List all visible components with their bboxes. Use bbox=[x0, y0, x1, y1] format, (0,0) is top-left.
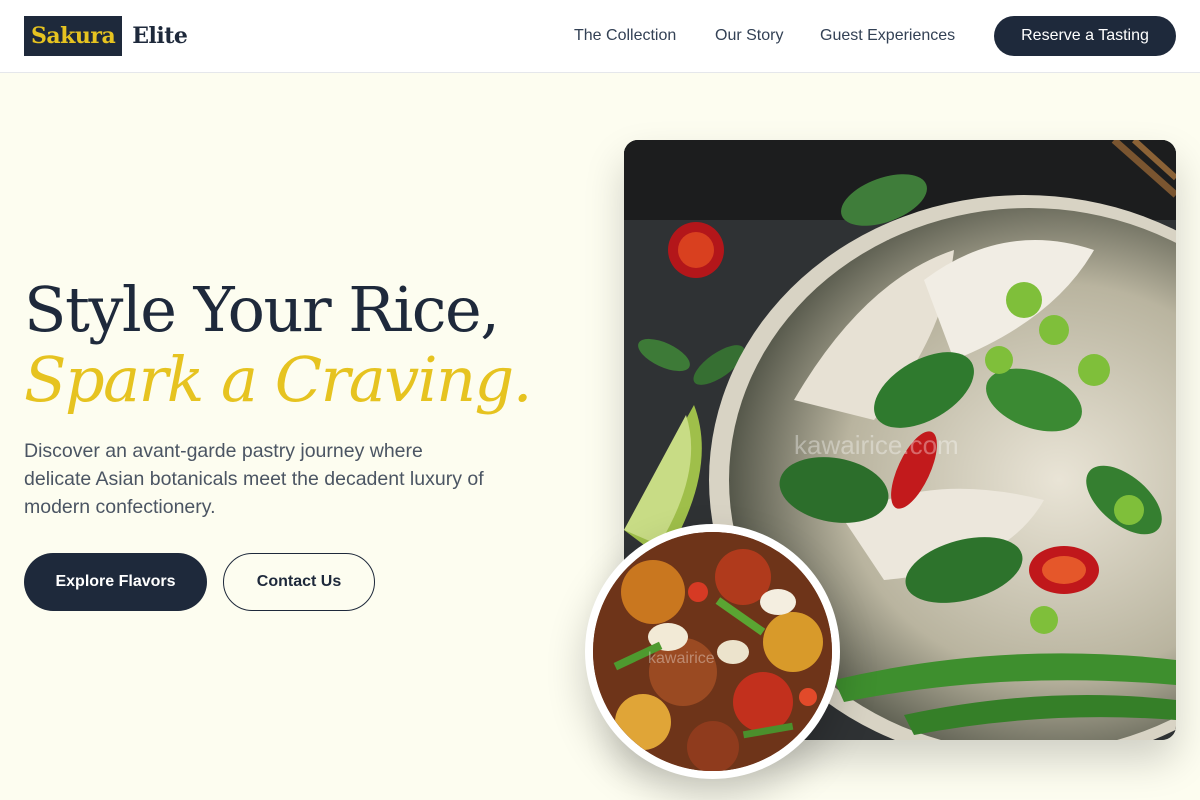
hero-title-line1: Style Your Rice, bbox=[24, 273, 500, 346]
site-header: Sakura Elite The Collection Our Story Gu… bbox=[0, 0, 1200, 73]
reserve-tasting-button[interactable]: Reserve a Tasting bbox=[994, 16, 1176, 56]
contact-us-button[interactable]: Contact Us bbox=[223, 553, 375, 611]
nav-link-guest-experiences[interactable]: Guest Experiences bbox=[820, 24, 955, 48]
nav-link-our-story[interactable]: Our Story bbox=[715, 24, 783, 48]
nav-link-collection[interactable]: The Collection bbox=[574, 24, 676, 48]
stir-fry-photo: kawairice bbox=[585, 524, 840, 779]
logo-primary: Sakura bbox=[24, 16, 123, 56]
logo-secondary: Elite bbox=[132, 23, 188, 49]
hero-description: Discover an avant-garde pastry journey w… bbox=[24, 440, 484, 518]
hero-title-line2: Spark a Craving. bbox=[24, 343, 532, 416]
main-image-watermark: kawairice.com bbox=[794, 430, 959, 460]
explore-flavors-button[interactable]: Explore Flavors bbox=[24, 553, 207, 611]
logo[interactable]: Sakura Elite bbox=[24, 16, 188, 56]
thumb-image-watermark: kawairice bbox=[648, 650, 715, 667]
